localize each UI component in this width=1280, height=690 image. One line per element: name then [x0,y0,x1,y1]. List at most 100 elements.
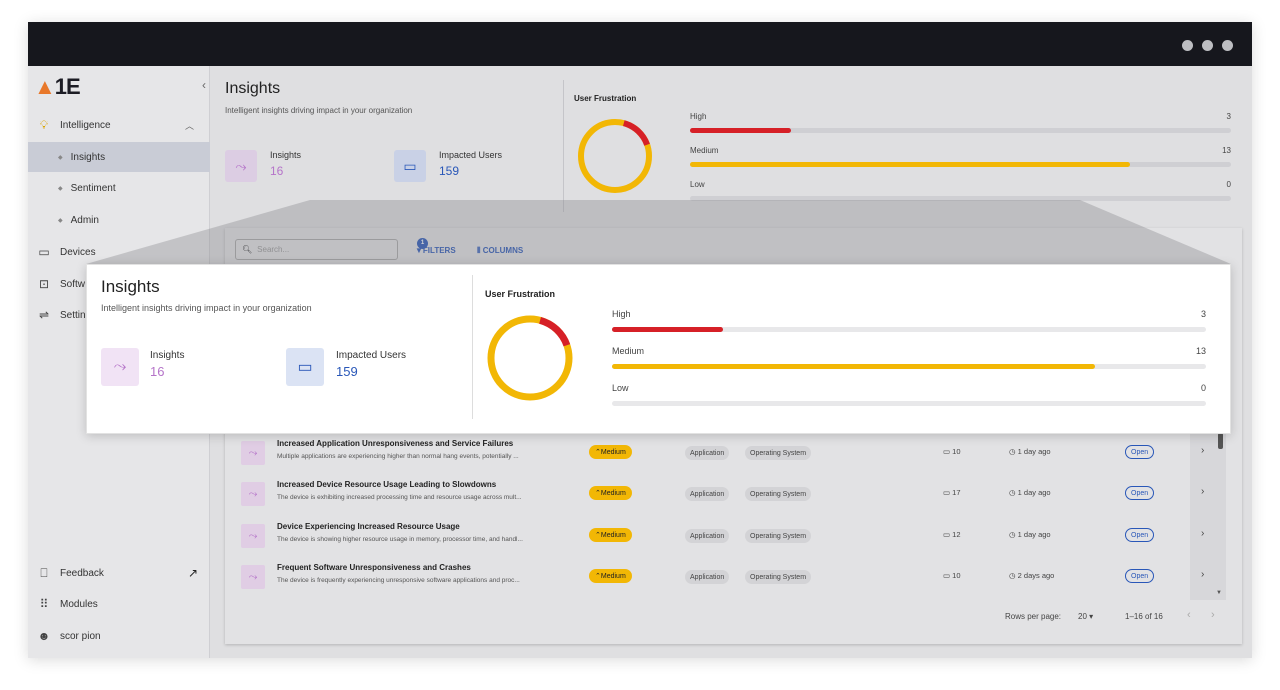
insights-icon: ⤳ [101,348,139,386]
scrollbar-thumb[interactable] [1218,433,1223,449]
donut-high [578,119,652,193]
bullet-icon: ◆ [58,185,63,192]
severity-badge: ⌃ Medium [589,528,632,542]
collapse-sidebar-icon[interactable]: ‹ [202,78,206,92]
sidebar-item-modules[interactable]: ⠿ Modules [28,589,210,619]
avatar-icon: ☻ [37,629,51,643]
sidebar-item-insights[interactable]: ◆ Insights [28,142,210,172]
level-value-medium: 13 [1222,146,1231,155]
chevron-right-icon[interactable]: › [1201,486,1204,497]
status-badge: Open [1125,569,1155,583]
table-row[interactable]: ⤳ Increased Device Resource Usage Leadin… [235,474,1215,514]
severity-label: Medium [600,572,626,580]
zoom-level-bar-low [612,401,1206,406]
columns-button[interactable]: ⦀ COLUMNS [477,246,523,256]
severity-badge: ⌃ Medium [589,486,632,500]
tag-chip: Application [685,570,730,584]
severity-label: Medium [600,531,626,539]
zoom-level-value-low: 0 [1200,383,1206,393]
sidebar-item-label: Insights [70,151,106,163]
level-value-high: 3 [1226,112,1231,121]
search-input[interactable]: 🔍︎ Search... [235,239,398,260]
sidebar-item-label: Admin [70,214,99,226]
timestamp: ◷ 2 days ago [1009,571,1054,580]
insight-icon: ⤳ [241,524,265,548]
device-count: ▭ 12 [943,530,961,539]
zoom-level-label-high: High [612,309,631,319]
window-dot-icon[interactable] [1202,40,1213,51]
level-bar-low [690,196,1231,201]
level-fill-medium [612,364,1095,369]
zoom-kpi-users-label: Impacted Users [336,350,407,361]
logo: ▲1E [34,74,81,99]
devices-icon: ▭ [943,488,953,497]
sidebar-item-intelligence[interactable]: 💡︎ Intelligence ︿ [28,110,210,140]
zoom-kpi-insights-label: Insights [150,350,185,361]
divider [563,80,564,212]
status-badge: Open [1125,528,1155,542]
page-title: Insights [225,80,281,97]
level-fill-high [612,327,724,332]
row-title: Frequent Software Unresponsiveness and C… [277,563,471,572]
device-count: ▭ 10 [943,447,961,456]
chevron-right-icon[interactable]: › [1201,445,1204,456]
title-bar [28,22,1252,66]
device-count-value: 10 [952,447,961,456]
sidebar-item-label: Modules [60,598,98,610]
level-label-low: Low [690,180,705,189]
zoom-frustration-title: User Frustration [485,289,556,299]
timestamp-value: 1 day ago [1017,447,1051,456]
row-title: Increased Application Unresponsiveness a… [277,439,514,448]
row-description: The device is showing higher resource us… [277,536,523,543]
insight-icon: ⤳ [241,441,265,465]
divider [472,275,473,419]
sidebar-item-label: Softw [60,278,86,290]
sidebar-item-admin[interactable]: ◆ Admin [28,205,210,235]
window-dot-icon[interactable] [1182,40,1193,51]
table-row[interactable]: ⤳ Device Experiencing Increased Resource… [235,516,1215,556]
grid-icon: ⠿ [39,597,49,611]
sidebar-item-feedback[interactable]: ⎕ Feedback ↗ [28,558,210,588]
chevron-right-icon[interactable]: › [1201,569,1204,580]
bullet-icon: ◆ [58,217,63,224]
prev-page-icon[interactable]: ‹ [1187,609,1191,621]
timestamp: ◷ 1 day ago [1009,530,1051,539]
row-description: The device is frequently experiencing un… [277,577,520,584]
sidebar-item-user[interactable]: ☻ scor pion [28,621,210,651]
tag-chip: Operating System [745,446,812,460]
sidebar-item-label: Intelligence [60,119,111,131]
severity-badge: ⌃ Medium [589,445,632,459]
sidebar-item-sentiment[interactable]: ◆ Sentiment [28,173,210,203]
window-dot-icon[interactable] [1222,40,1233,51]
status-badge: Open [1125,445,1155,459]
table-row[interactable]: ⤳ Frequent Software Unresponsiveness and… [235,557,1215,597]
filters-label: FILTERS [422,246,456,255]
chevron-right-icon[interactable]: › [1201,528,1204,539]
rows-per-page-label: Rows per page: [1005,612,1062,621]
table-row[interactable]: ⤳ Increased Application Unresponsiveness… [235,433,1215,473]
pagination-range: 1–16 of 16 [1125,612,1163,621]
external-link-icon[interactable]: ↗ [188,566,198,580]
zoom-level-value-medium: 13 [1195,346,1206,356]
sidebar-item-devices[interactable]: ▭ Devices [28,237,210,267]
timestamp: ◷ 1 day ago [1009,488,1051,497]
timestamp-value: 1 day ago [1017,488,1051,497]
next-page-icon[interactable]: › [1211,609,1215,621]
level-fill-high [690,128,792,133]
chevron-up-icon[interactable]: ︿ [185,119,194,132]
filters-button[interactable]: 1 ▼FILTERS [415,238,456,255]
kpi-insights-value: 16 [270,164,284,178]
feedback-icon: ⎕ [40,565,48,580]
severity-label: Medium [600,448,626,456]
zoomed-header-panel: Insights Intelligent insights driving im… [86,264,1231,434]
level-value-low: 0 [1226,180,1231,189]
zoom-page-title: Insights [101,277,160,296]
zoom-kpi-insights-value: 16 [150,364,165,379]
scroll-down-icon[interactable]: ▼ [1216,590,1222,596]
row-title: Increased Device Resource Usage Leading … [277,480,497,489]
rows-per-page-select[interactable]: 20 ▾ [1078,612,1093,621]
sidebar-item-label: Sentiment [70,182,116,194]
tag-chip: Application [685,487,730,501]
row-description: Multiple applications are experiencing h… [277,453,519,460]
bullet-icon: ◆ [58,154,63,161]
